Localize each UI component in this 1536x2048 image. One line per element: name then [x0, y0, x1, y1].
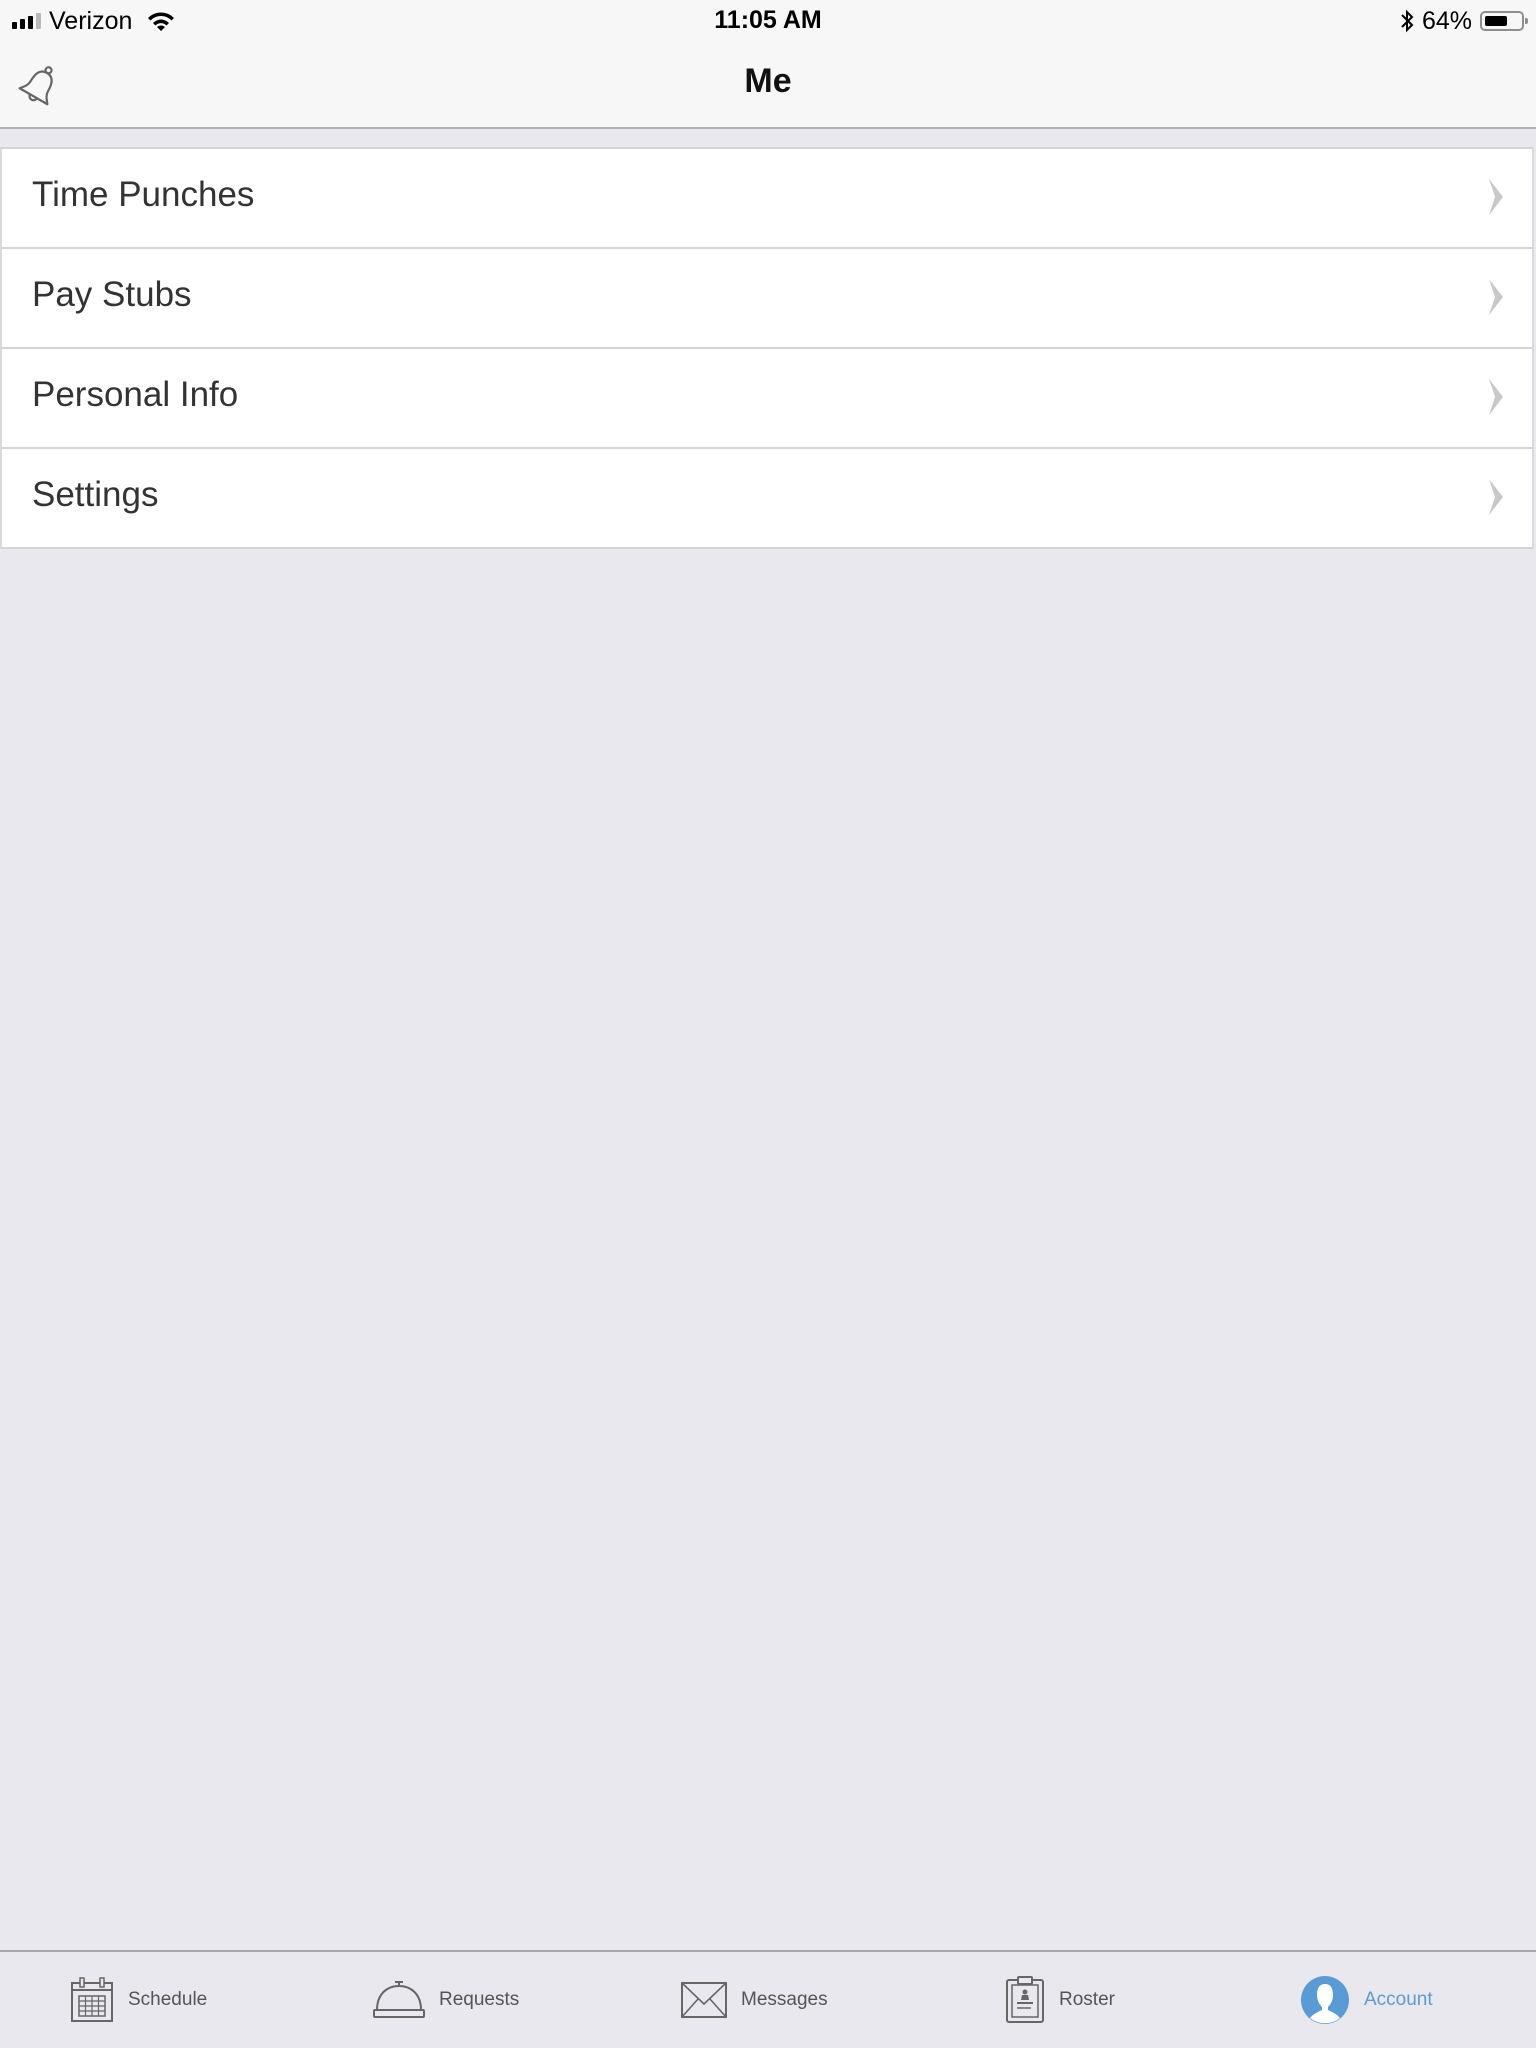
- chevron-right-icon: [1489, 379, 1503, 415]
- menu-item-label: Personal Info: [32, 375, 239, 414]
- tab-label: Roster: [1059, 1989, 1115, 2010]
- menu-list: Time Punches Pay Stubs Personal Info Set…: [0, 147, 1534, 549]
- battery-percentage: 64%: [1421, 6, 1472, 35]
- envelope-icon: [681, 1982, 727, 2018]
- menu-item-label: Settings: [32, 475, 159, 514]
- tab-label: Account: [1364, 1989, 1433, 2010]
- bluetooth-icon: [1401, 9, 1414, 33]
- battery-fill: [1485, 16, 1507, 26]
- page-title: Me: [744, 62, 792, 100]
- chevron-right-icon: [1489, 479, 1503, 515]
- tab-account[interactable]: Account: [1300, 1970, 1433, 2030]
- tab-label: Schedule: [128, 1989, 208, 2010]
- tab-requests[interactable]: Requests: [373, 1970, 519, 2030]
- tab-label: Requests: [439, 1989, 520, 2010]
- tab-messages[interactable]: Messages: [681, 1970, 828, 2030]
- navigation-bar: Me: [0, 42, 1536, 129]
- menu-item-personal-info[interactable]: Personal Info: [2, 349, 1532, 449]
- menu-item-label: Time Punches: [32, 175, 255, 214]
- menu-item-pay-stubs[interactable]: Pay Stubs: [2, 249, 1532, 349]
- menu-item-time-punches[interactable]: Time Punches: [2, 149, 1532, 249]
- tab-bar: Schedule Requests Messages Roster Accoun…: [0, 1950, 1536, 2048]
- status-right: 64%: [1400, 6, 1528, 36]
- chevron-right-icon: [1489, 279, 1503, 315]
- chevron-right-icon: [1489, 179, 1503, 215]
- status-bar: Verizon 11:05 AM 64%: [0, 0, 1536, 42]
- user-avatar-icon: [1301, 1976, 1349, 2024]
- battery-icon: [1480, 11, 1528, 31]
- status-time: 11:05 AM: [714, 6, 822, 34]
- menu-item-label: Pay Stubs: [32, 275, 192, 314]
- tab-label: Messages: [741, 1989, 828, 2010]
- clipboard-badge-icon: [1006, 1976, 1044, 2023]
- service-bell-icon: [373, 1981, 425, 2018]
- tab-roster[interactable]: Roster: [1005, 1970, 1115, 2030]
- tab-schedule[interactable]: Schedule: [70, 1970, 207, 2030]
- calendar-icon: [71, 1977, 113, 2022]
- menu-item-settings[interactable]: Settings: [2, 449, 1532, 549]
